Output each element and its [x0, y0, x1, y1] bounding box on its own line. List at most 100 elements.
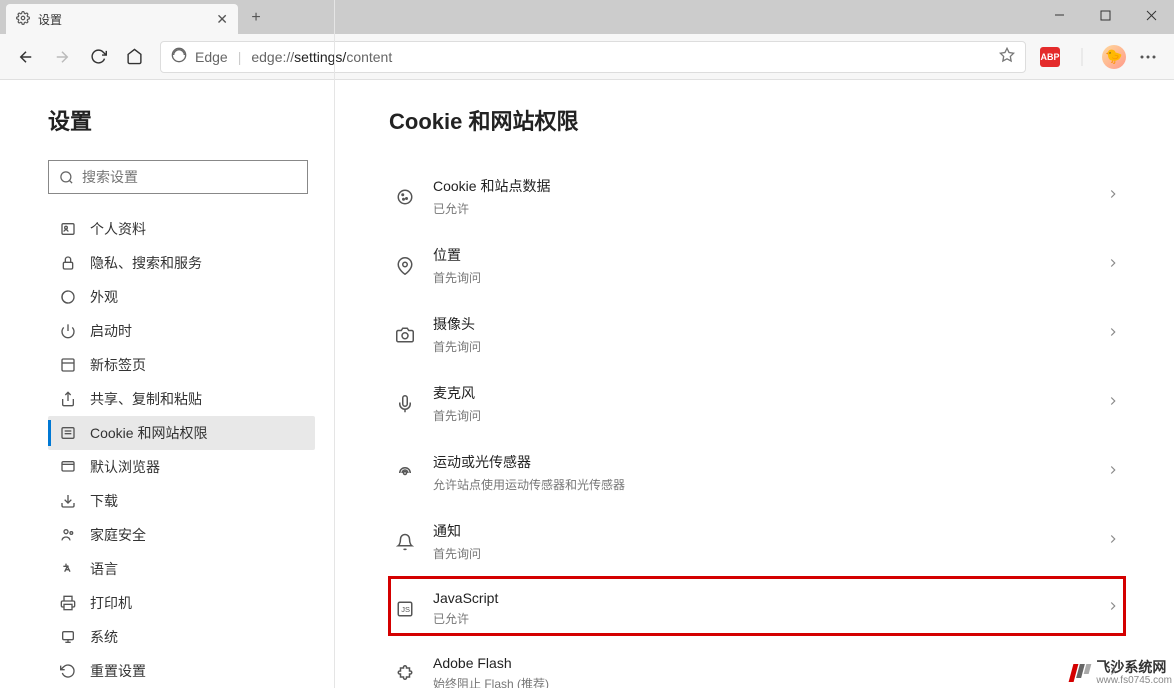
perm-item-location[interactable]: 位置首先询问 [389, 231, 1126, 300]
watermark-logo-icon [1071, 664, 1090, 682]
new-tab-button[interactable]: + [242, 4, 270, 32]
nav-label: 打印机 [90, 593, 132, 613]
language-icon [58, 561, 78, 577]
perm-sublabel: 首先询问 [433, 338, 1106, 355]
nav-label: 共享、复制和粘贴 [90, 389, 202, 409]
sidebar-title: 设置 [48, 104, 315, 136]
sidebar-item-appearance[interactable]: 外观 [48, 280, 315, 314]
chevron-right-icon [1106, 325, 1120, 344]
location-icon [395, 257, 415, 275]
sidebar-item-newtab[interactable]: 新标签页 [48, 348, 315, 382]
perm-sublabel: 首先询问 [433, 269, 1106, 286]
perm-item-microphone[interactable]: 麦克风首先询问 [389, 369, 1126, 438]
gear-icon [16, 11, 30, 28]
home-button[interactable] [116, 39, 152, 75]
reset-icon [58, 663, 78, 679]
nav-label: 重置设置 [90, 661, 146, 681]
nav-label: 默认浏览器 [90, 457, 160, 477]
perm-item-sensors[interactable]: 运动或光传感器允许站点使用运动传感器和光传感器 [389, 438, 1126, 507]
user-avatar[interactable]: 🐤 [1098, 41, 1130, 73]
perm-label: 摄像头 [433, 314, 1106, 334]
perm-sublabel: 已允许 [433, 200, 1106, 217]
settings-sidebar: 设置 个人资料 隐私、搜索和服务 外观 启动时 [0, 80, 335, 688]
sidebar-item-language[interactable]: 语言 [48, 552, 315, 586]
browser-title-bar: 设置 ✕ + [0, 0, 1174, 34]
address-protocol-label: Edge [195, 49, 228, 65]
perm-sublabel: 始终阻止 Flash (推荐) [433, 675, 1106, 688]
svg-text:JS: JS [401, 605, 410, 614]
maximize-button[interactable] [1082, 0, 1128, 30]
sidebar-item-family[interactable]: 家庭安全 [48, 518, 315, 552]
sensor-icon [395, 464, 415, 482]
nav-label: 家庭安全 [90, 525, 146, 545]
watermark: 飞沙系统网 www.fs0745.com [1071, 660, 1172, 686]
browser-icon [58, 459, 78, 475]
sidebar-item-default-browser[interactable]: 默认浏览器 [48, 450, 315, 484]
nav-label: 语言 [90, 559, 118, 579]
sidebar-item-share[interactable]: 共享、复制和粘贴 [48, 382, 315, 416]
camera-icon [395, 326, 415, 344]
system-icon [58, 629, 78, 645]
favorite-star-icon[interactable] [999, 47, 1015, 66]
perm-item-flash[interactable]: Adobe Flash 始终阻止 Flash (推荐) [389, 641, 1126, 688]
perm-label: 麦克风 [433, 383, 1106, 403]
family-icon [58, 527, 78, 543]
perm-item-javascript[interactable]: JS JavaScript 已允许 [389, 576, 1126, 641]
search-input[interactable] [82, 169, 297, 185]
power-icon [58, 323, 78, 339]
javascript-icon: JS [395, 600, 415, 618]
sidebar-item-system[interactable]: 系统 [48, 620, 315, 654]
sidebar-item-startup[interactable]: 启动时 [48, 314, 315, 348]
watermark-title: 飞沙系统网 [1096, 660, 1172, 675]
paint-icon [58, 289, 78, 305]
minimize-button[interactable] [1036, 0, 1082, 30]
printer-icon [58, 595, 78, 611]
flash-puzzle-icon [395, 665, 415, 683]
perm-item-cookies[interactable]: Cookie 和站点数据已允许 [389, 162, 1126, 231]
settings-search-box[interactable] [48, 160, 308, 194]
microphone-icon [395, 395, 415, 413]
tab-title: 设置 [38, 11, 62, 28]
perm-label: JavaScript [433, 590, 1106, 606]
close-window-button[interactable] [1128, 0, 1174, 30]
settings-content: 设置 个人资料 隐私、搜索和服务 外观 启动时 [0, 80, 1174, 688]
perm-sublabel: 已允许 [433, 610, 1106, 627]
nav-label: 个人资料 [90, 219, 146, 239]
refresh-button[interactable] [80, 39, 116, 75]
window-controls [1036, 0, 1174, 30]
grid-icon [58, 357, 78, 373]
perm-item-camera[interactable]: 摄像头首先询问 [389, 300, 1126, 369]
bell-icon [395, 533, 415, 551]
chevron-right-icon [1106, 256, 1120, 275]
share-icon [58, 391, 78, 407]
abp-extension-icon[interactable]: ABP [1034, 41, 1066, 73]
chevron-right-icon [1106, 187, 1120, 206]
address-url: edge://settings/content [251, 49, 392, 65]
sidebar-item-reset[interactable]: 重置设置 [48, 654, 315, 688]
perm-item-notifications[interactable]: 通知首先询问 [389, 507, 1126, 576]
cookie-icon [395, 188, 415, 206]
perm-label: Adobe Flash [433, 655, 1106, 671]
chevron-right-icon [1106, 532, 1120, 551]
sidebar-item-downloads[interactable]: 下载 [48, 484, 315, 518]
sidebar-item-profile[interactable]: 个人资料 [48, 212, 315, 246]
sidebar-item-cookies[interactable]: Cookie 和网站权限 [48, 416, 315, 450]
edge-logo-icon [171, 47, 187, 66]
browser-tab[interactable]: 设置 ✕ [6, 4, 238, 34]
address-bar[interactable]: Edge | edge://settings/content [160, 41, 1026, 73]
profile-icon [58, 221, 78, 237]
perm-sublabel: 允许站点使用运动传感器和光传感器 [433, 476, 1106, 493]
forward-button[interactable] [44, 39, 80, 75]
chevron-right-icon [1106, 599, 1120, 618]
browser-toolbar: Edge | edge://settings/content ABP 🐤 [0, 34, 1174, 80]
watermark-url: www.fs0745.com [1096, 675, 1172, 686]
sidebar-item-privacy[interactable]: 隐私、搜索和服务 [48, 246, 315, 280]
more-menu-button[interactable] [1130, 39, 1166, 75]
perm-sublabel: 首先询问 [433, 545, 1106, 562]
download-icon [58, 493, 78, 509]
nav-label: 系统 [90, 627, 118, 647]
tab-close-button[interactable]: ✕ [216, 11, 228, 28]
back-button[interactable] [8, 39, 44, 75]
sidebar-item-printer[interactable]: 打印机 [48, 586, 315, 620]
perm-label: 通知 [433, 521, 1106, 541]
